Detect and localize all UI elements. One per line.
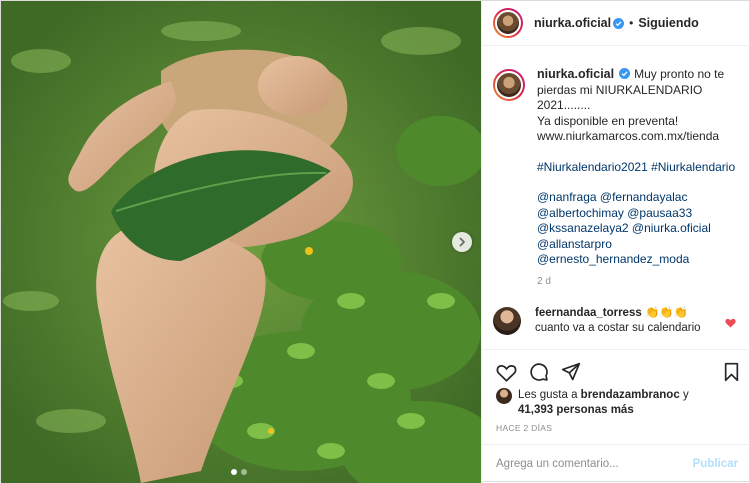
verified-badge-icon — [619, 68, 631, 79]
following-button[interactable]: Siguiendo — [638, 16, 698, 30]
caption-mention[interactable]: @allanstarpro — [537, 237, 735, 253]
liker-username[interactable]: brendazambranoc — [581, 389, 680, 401]
author-avatar[interactable] — [493, 8, 523, 38]
comment-item: feernandaa_torress 👏👏👏 cuanto va a costa… — [493, 306, 748, 336]
publish-button[interactable]: Publicar — [693, 458, 738, 470]
caption-mention[interactable]: @albertochimay @pausaa33 — [537, 206, 735, 222]
chevron-right-icon — [459, 237, 466, 247]
header-separator: • — [629, 16, 634, 30]
comment-text: cuanto va a costar su calendario — [535, 322, 701, 334]
caption-line: Ya disponible en preventa! — [537, 113, 679, 128]
comment-like-icon[interactable] — [725, 318, 736, 328]
verified-badge-icon — [613, 17, 625, 29]
comment-icon[interactable] — [529, 362, 549, 382]
comment-input[interactable] — [496, 458, 693, 470]
likes-prefix: Les gusta a — [518, 389, 578, 401]
caption-line: www.niurkamarcos.com.mx/tienda — [537, 129, 720, 143]
commenter-username[interactable]: feernandaa_torress — [535, 307, 642, 319]
caption-hashtags[interactable]: #Niurkalendario2021 #Niurkalendario — [537, 160, 735, 176]
commenter-avatar[interactable] — [493, 307, 521, 335]
post-sidebar: niurka.oficial • Siguiendo niurka.oficia… — [481, 1, 750, 483]
photo-illustration — [1, 1, 481, 483]
caption-author-avatar[interactable] — [493, 69, 525, 101]
action-bar — [482, 349, 750, 384]
caption-mention[interactable]: @nanfraga @fernandayalac — [537, 190, 735, 206]
carousel-dot-active — [231, 469, 237, 475]
carousel-dot — [241, 469, 247, 475]
caption-line: Muy pronto no te — [634, 67, 725, 81]
carousel-indicators — [231, 469, 247, 475]
post-header: niurka.oficial • Siguiendo — [482, 1, 750, 46]
caption-username[interactable]: niurka.oficial — [537, 67, 614, 81]
instagram-post-modal: niurka.oficial • Siguiendo niurka.oficia… — [0, 0, 750, 483]
author-username[interactable]: niurka.oficial — [534, 16, 611, 30]
caption-mention[interactable]: @ernesto_hernandez_moda — [537, 252, 735, 268]
share-icon[interactable] — [561, 362, 581, 382]
comment-emojis: 👏👏👏 — [644, 307, 688, 319]
caption-mention[interactable]: @kssanazelaya2 @niurka.oficial — [537, 221, 735, 237]
heart-icon[interactable] — [496, 363, 517, 382]
post-photo[interactable] — [1, 1, 481, 483]
carousel-next-button[interactable] — [452, 232, 472, 252]
caption-line: pierdas mi NIURKALENDARIO — [537, 82, 703, 97]
comment-composer: Publicar — [482, 444, 750, 483]
comment-body: feernandaa_torress 👏👏👏 cuanto va a costa… — [535, 306, 701, 336]
liker-avatar[interactable] — [496, 388, 512, 404]
likes-count[interactable]: 41,393 personas más — [518, 404, 634, 416]
caption-time[interactable]: 2 d — [537, 274, 735, 290]
likes-connector: y — [682, 389, 689, 401]
caption-line: 2021........ — [537, 98, 591, 112]
bookmark-icon[interactable] — [723, 362, 740, 382]
caption: niurka.oficial Muy pronto no te pierdas m… — [493, 67, 748, 289]
likes-summary: Les gusta a brendazambranoc y 41,393 per… — [496, 388, 746, 418]
caption-body: niurka.oficial Muy pronto no te pierdas m… — [537, 67, 735, 289]
post-timestamp[interactable]: HACE 2 DÍAS — [496, 423, 552, 433]
